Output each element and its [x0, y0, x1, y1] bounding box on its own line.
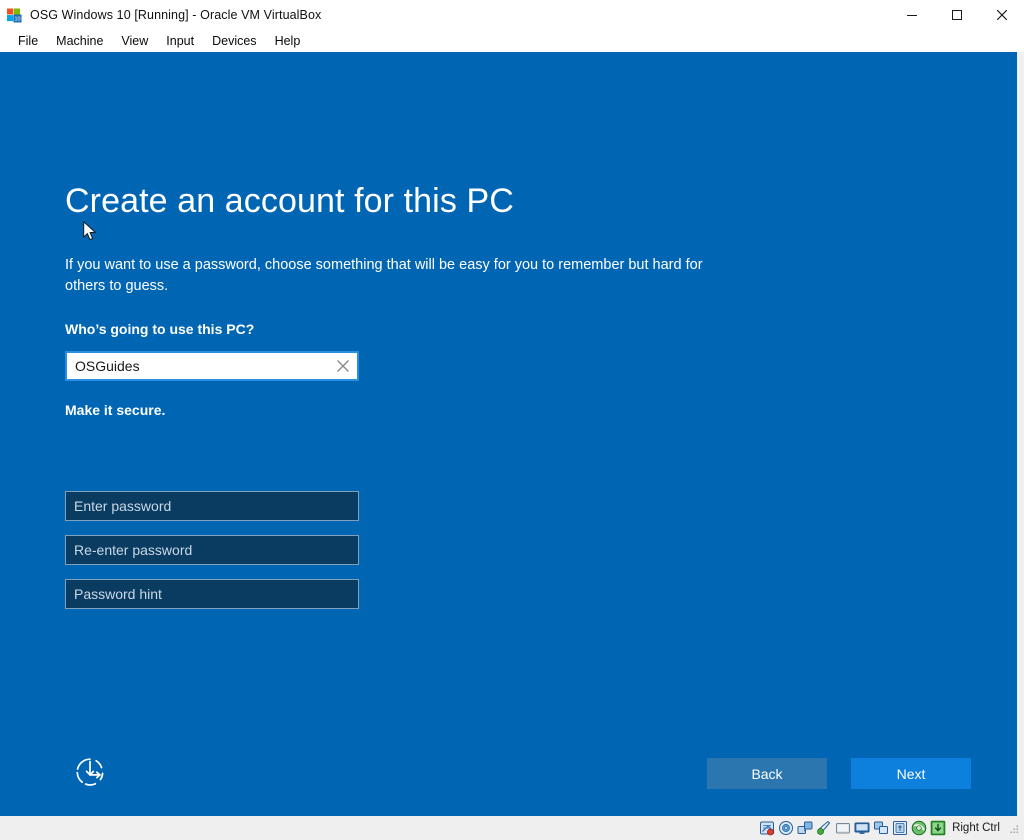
recording-icon[interactable]	[911, 820, 927, 836]
clear-x-icon[interactable]	[329, 353, 357, 379]
menubar: File Machine View Input Devices Help	[0, 30, 1024, 52]
audio-icon[interactable]	[816, 820, 832, 836]
shared-folders-icon[interactable]	[873, 820, 889, 836]
windows-oobe-screen: Create an account for this PC If you wan…	[0, 52, 1017, 816]
mouse-cursor	[83, 220, 97, 242]
back-button[interactable]: Back	[707, 758, 827, 789]
menu-item-help[interactable]: Help	[266, 32, 310, 51]
password-placeholder: Enter password	[74, 498, 172, 514]
host-key-label: Right Ctrl	[952, 822, 1000, 834]
password-input[interactable]: Enter password	[65, 491, 359, 521]
virtualbox-window: 10 OSG Windows 10 [Running] - Oracle VM …	[0, 0, 1024, 840]
username-value: OSGuides	[75, 358, 140, 374]
next-button[interactable]: Next	[851, 758, 971, 789]
menu-item-input[interactable]: Input	[157, 32, 203, 51]
minimize-button[interactable]	[889, 0, 934, 30]
usb-icon[interactable]	[892, 820, 908, 836]
reenter-password-placeholder: Re-enter password	[74, 542, 193, 558]
resize-grip-icon[interactable]	[1008, 822, 1020, 834]
mouse-integration-icon[interactable]	[930, 820, 946, 836]
username-input[interactable]: OSGuides	[65, 351, 359, 381]
virtualbox-statusbar: Right Ctrl	[0, 816, 1024, 840]
close-button[interactable]	[979, 0, 1024, 30]
hard-disk-icon[interactable]	[759, 820, 775, 836]
make-secure-label: Make it secure.	[65, 402, 166, 418]
password-hint-placeholder: Password hint	[74, 586, 162, 602]
floppy-disk-icon[interactable]	[797, 820, 813, 836]
password-hint-input[interactable]: Password hint	[65, 579, 359, 609]
menu-item-view[interactable]: View	[112, 32, 157, 51]
window-title: OSG Windows 10 [Running] - Oracle VM Vir…	[30, 8, 322, 22]
username-label: Who’s going to use this PC?	[65, 321, 255, 337]
navigation-buttons: Back Next	[707, 758, 971, 789]
page-description: If you want to use a password, choose so…	[65, 257, 703, 294]
menu-item-machine[interactable]: Machine	[47, 32, 112, 51]
page-title: Create an account for this PC	[65, 182, 514, 220]
maximize-button[interactable]	[934, 0, 979, 30]
vm-screen-area: Create an account for this PC If you wan…	[0, 52, 1024, 816]
display-icon[interactable]	[854, 820, 870, 836]
titlebar: 10 OSG Windows 10 [Running] - Oracle VM …	[0, 0, 1024, 30]
window-controls	[889, 0, 1024, 30]
menu-item-file[interactable]: File	[9, 32, 47, 51]
ease-of-access-icon[interactable]	[70, 752, 110, 792]
menu-item-devices[interactable]: Devices	[203, 32, 265, 51]
reenter-password-input[interactable]: Re-enter password	[65, 535, 359, 565]
network-icon[interactable]	[835, 820, 851, 836]
svg-text:10: 10	[15, 17, 21, 23]
optical-disk-icon[interactable]	[778, 820, 794, 836]
device-status-icons	[759, 820, 946, 836]
windows10-vm-icon: 10	[6, 7, 22, 23]
